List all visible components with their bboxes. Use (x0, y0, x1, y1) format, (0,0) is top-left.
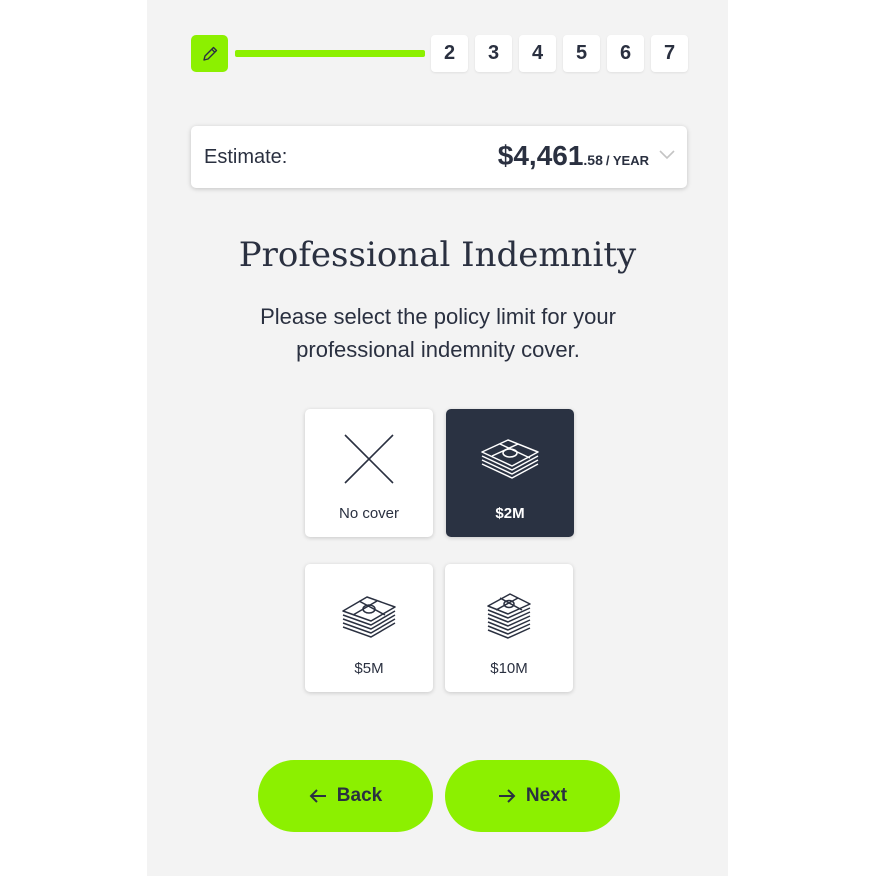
page-title: Professional Indemnity (238, 235, 637, 275)
back-label: Back (336, 785, 383, 806)
estimate-bar[interactable]: Estimate: $4,461.58/ YEAR (191, 126, 687, 188)
money-stack-icon (342, 596, 396, 638)
arrow-right-icon (498, 789, 516, 803)
option-label: $10M (490, 660, 528, 677)
back-button[interactable]: Back (258, 760, 433, 832)
option-label: $2M (495, 505, 525, 522)
progress-bar (235, 50, 425, 57)
progress-stepper: 2 3 4 5 6 7 (191, 35, 688, 72)
option-2m[interactable]: $2M (446, 409, 574, 537)
estimate-period: / YEAR (605, 153, 649, 168)
estimate-cents: .58 (583, 152, 603, 168)
pencil-icon (202, 46, 217, 61)
step-5[interactable]: 5 (563, 35, 600, 72)
page-subtitle: Please select the policy limit for your … (260, 304, 616, 362)
next-label: Next (525, 785, 568, 806)
option-no-cover[interactable]: No cover (305, 409, 433, 537)
step-7[interactable]: 7 (651, 35, 688, 72)
arrow-left-icon (309, 789, 326, 803)
next-button[interactable]: Next (445, 760, 620, 832)
step-2[interactable]: 2 (431, 35, 468, 72)
chevron-down-icon[interactable] (659, 150, 675, 160)
estimate-price: $4,461.58/ YEAR (498, 140, 649, 172)
cross-icon (344, 434, 394, 484)
step-4[interactable]: 4 (519, 35, 556, 72)
option-label: $5M (354, 660, 384, 677)
estimate-amount: $4,461 (497, 140, 584, 171)
step-1-edit-button[interactable] (191, 35, 228, 72)
money-stack-icon (481, 439, 539, 479)
option-5m[interactable]: $5M (305, 564, 433, 692)
step-6[interactable]: 6 (607, 35, 644, 72)
money-stack-icon (487, 593, 531, 639)
step-3[interactable]: 3 (475, 35, 512, 72)
estimate-label: Estimate: (204, 146, 288, 168)
option-10m[interactable]: $10M (445, 564, 573, 692)
option-label: No cover (338, 505, 400, 522)
